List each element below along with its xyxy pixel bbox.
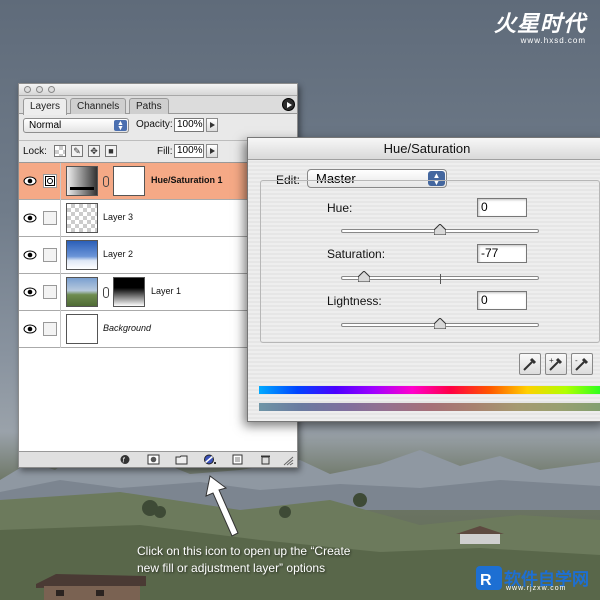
eye-icon[interactable] xyxy=(23,322,37,336)
layer-thumbnail xyxy=(66,240,98,270)
layer-name: Layer 3 xyxy=(103,212,134,222)
opacity-slider-button[interactable] xyxy=(206,118,218,132)
eyedropper-subtract-icon[interactable]: - xyxy=(571,353,593,375)
close-icon[interactable] xyxy=(24,86,31,93)
palette-menu-icon[interactable] xyxy=(282,98,295,111)
new-group-folder-icon[interactable] xyxy=(175,454,188,465)
hue-slider-thumb[interactable] xyxy=(434,224,446,235)
hue-saturation-dialog: Hue/Saturation Edit: Master ▲ ▼ Hue: 0 Sa… xyxy=(247,137,600,422)
layer-name: Background xyxy=(103,323,152,333)
eye-icon[interactable] xyxy=(23,174,37,188)
saturation-slider[interactable] xyxy=(341,271,539,284)
lightness-field[interactable]: 0 xyxy=(477,291,527,310)
site-watermark-url: www.rjzxw.com xyxy=(506,585,567,592)
eye-icon[interactable] xyxy=(23,211,37,225)
svg-text:-: - xyxy=(575,356,578,365)
brand-logo: 火星时代 xyxy=(493,11,586,37)
lightness-label: Lightness: xyxy=(327,294,382,308)
layer-thumbnail xyxy=(66,314,98,344)
minimize-icon[interactable] xyxy=(36,86,43,93)
lightness-slider[interactable] xyxy=(341,318,539,329)
new-layer-icon[interactable] xyxy=(231,454,244,465)
trash-icon[interactable] xyxy=(259,454,272,465)
hue-label: Hue: xyxy=(327,201,353,215)
updown-arrows-icon: ▲ ▼ xyxy=(114,120,127,132)
fill-field[interactable]: 100% xyxy=(174,144,204,158)
tab-layers[interactable]: Layers xyxy=(23,98,68,115)
link-chain-icon[interactable] xyxy=(103,287,109,298)
layer-thumbnail xyxy=(66,277,98,307)
resize-grip-icon[interactable] xyxy=(282,455,294,466)
blend-opacity-row: Normal ▲ ▼ Opacity: 100% xyxy=(19,115,297,137)
lightness-slider-thumb[interactable] xyxy=(434,318,446,329)
caption-line-1: Click on this icon to open up the “Creat… xyxy=(137,544,351,558)
layer-thumbnail xyxy=(66,203,98,233)
tab-paths[interactable]: Paths xyxy=(129,98,169,114)
brand-watermark: 火星时代 www.hxsd.com xyxy=(494,6,586,45)
site-watermark: R 软件自学网 www.rjzxw.com xyxy=(476,564,594,594)
layer-name: Layer 2 xyxy=(103,249,134,259)
palette-tabs: Layers Channels Paths xyxy=(19,96,297,115)
svg-text:+: + xyxy=(549,356,554,365)
svg-text:R: R xyxy=(480,572,492,589)
opacity-field[interactable]: 100% xyxy=(174,118,204,132)
eye-icon[interactable] xyxy=(23,248,37,262)
add-mask-icon[interactable] xyxy=(147,454,160,465)
hue-field[interactable]: 0 xyxy=(477,198,527,217)
pointer-arrow-icon xyxy=(205,475,239,537)
blend-mode-value: Normal xyxy=(29,120,62,131)
layer-name: Layer 1 xyxy=(151,286,182,296)
lock-all-icon[interactable]: ■ xyxy=(105,145,117,157)
layer-mask-thumbnail[interactable] xyxy=(113,166,145,196)
layer-mask-thumbnail[interactable] xyxy=(113,277,145,307)
palette-bottom-bar: f xyxy=(19,451,297,467)
dialog-title: Hue/Saturation xyxy=(383,141,471,156)
tab-channels[interactable]: Channels xyxy=(70,98,127,114)
lock-label: Lock: xyxy=(23,146,47,157)
instruction-caption: Click on this icon to open up the “Creat… xyxy=(137,543,387,577)
lock-image-icon[interactable]: ✎ xyxy=(71,145,83,157)
output-color-spectrum-bar xyxy=(259,403,600,411)
eye-icon[interactable] xyxy=(23,285,37,299)
layer-link-box[interactable] xyxy=(43,211,57,225)
palette-titlebar[interactable] xyxy=(19,84,297,96)
layer-link-box[interactable] xyxy=(43,322,57,336)
saturation-slider-thumb[interactable] xyxy=(358,271,370,282)
adjustment-icon-thumbnail xyxy=(66,166,98,196)
new-fill-adjustment-layer-icon[interactable] xyxy=(203,454,216,465)
fill-label: Fill: xyxy=(157,146,173,157)
lock-transparency-icon[interactable] xyxy=(54,145,66,157)
layer-name: Hue/Saturation 1 xyxy=(151,175,223,185)
dialog-titlebar[interactable]: Hue/Saturation xyxy=(248,138,600,160)
eyedropper-icon[interactable] xyxy=(519,353,541,375)
blend-mode-select[interactable]: Normal ▲ ▼ xyxy=(23,118,129,133)
caption-line-2: new fill or adjustment layer” options xyxy=(137,561,326,575)
fill-slider-button[interactable] xyxy=(206,144,218,158)
hue-slider[interactable] xyxy=(341,224,539,235)
zoom-icon[interactable] xyxy=(48,86,55,93)
saturation-field[interactable]: -77 xyxy=(477,244,527,263)
layer-link-box[interactable] xyxy=(43,248,57,262)
layer-mask-link-box[interactable] xyxy=(43,174,57,188)
saturation-label: Saturation: xyxy=(327,247,386,261)
screenshot-stage: 火星时代 www.hxsd.com R 软件自学网 www.rjzxw.com … xyxy=(0,0,600,600)
link-chain-icon[interactable] xyxy=(103,176,109,187)
layer-style-icon[interactable]: f xyxy=(119,454,132,465)
input-color-spectrum-bar xyxy=(259,386,600,394)
layer-link-box[interactable] xyxy=(43,285,57,299)
lock-position-icon[interactable]: ✥ xyxy=(88,145,100,157)
eyedropper-add-icon[interactable]: + xyxy=(545,353,567,375)
opacity-label: Opacity: xyxy=(136,119,173,130)
adjustment-group: Hue: 0 Saturation: -77 Lightness: 0 xyxy=(260,180,600,343)
farmhouse xyxy=(36,574,146,600)
